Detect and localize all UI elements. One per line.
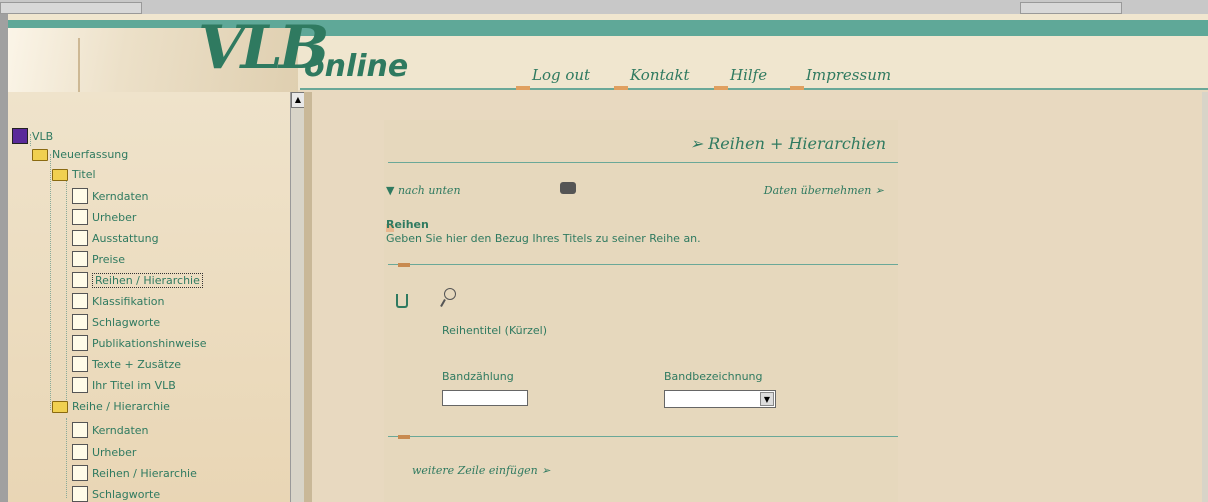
tree-item-urheber[interactable]: Urheber [72,209,136,225]
document-icon [72,314,88,330]
divider-marker [398,435,410,439]
tree-label-selected: Reihen / Hierarchie [92,272,203,288]
section-description: Geben Sie hier den Bezug Ihres Titels zu… [386,232,701,245]
bandbezeichnung-select[interactable]: ▼ [664,390,776,408]
folder-icon [32,148,48,161]
tree-label: Preise [92,252,126,266]
tree-label: Klassifikation [92,294,165,308]
tree-item-urheber-2[interactable]: Urheber [72,444,136,460]
tree-label: Kerndaten [92,423,149,437]
search-icon[interactable] [444,288,456,300]
tree-label: Neuerfassung [52,148,129,161]
tree-label: Ihr Titel im VLB [92,378,176,392]
tree-item-vlb[interactable]: VLB [12,128,53,144]
document-icon [72,293,88,309]
nav-marker [614,86,628,90]
nav-marker [714,86,728,90]
tree-line [66,418,67,498]
tree-label: Urheber [92,445,137,459]
tree-item-texte-zusaetze[interactable]: Texte + Zusätze [72,356,181,372]
document-icon [72,377,88,393]
tree-label: Kerndaten [92,189,149,203]
section-divider [388,264,898,265]
form-divider [388,436,898,437]
tree-item-preise[interactable]: Preise [72,251,125,267]
browser-tab-right[interactable] [1020,2,1122,14]
bandzaehlung-input[interactable] [442,390,528,406]
book-icon [12,128,28,144]
tree-line [66,172,67,402]
document-icon [72,465,88,481]
nach-unten-link[interactable]: ▼ nach unten [386,184,461,197]
nav-marker [516,86,530,90]
tree-line [50,154,51,410]
document-icon [72,272,88,288]
site-header [8,14,1208,98]
bandzaehlung-label: Bandzählung [442,370,514,383]
title-divider [388,162,898,163]
tree-item-schlagworte-2[interactable]: Schlagworte [72,486,160,502]
document-icon [72,188,88,204]
sidebar-scrollbar[interactable]: ▲ [290,92,305,502]
tree-label: Urheber [92,210,137,224]
tree-item-kerndaten[interactable]: Kerndaten [72,188,149,204]
nav-underline [300,88,1208,90]
reihentitel-label: Reihentitel (Kürzel) [442,324,548,337]
sidebar-tree: VLB Neuerfassung Titel Kerndaten Urheber… [8,92,298,502]
section-heading: Reihen [386,218,429,231]
document-icon [72,422,88,438]
document-icon [72,444,88,460]
bandbezeichnung-label: Bandbezeichnung [664,370,763,383]
tree-item-reihe-hierarchie-folder[interactable]: Reihe / Hierarchie [52,400,170,413]
tree-label: Reihen / Hierarchie [92,466,197,480]
tree-item-kerndaten-2[interactable]: Kerndaten [72,422,149,438]
page-title: ➢ Reihen + Hierarchien [689,134,886,153]
nav-impressum[interactable]: Impressum [806,66,891,84]
tree-item-ihr-titel-im-vlb[interactable]: Ihr Titel im VLB [72,377,176,393]
logo-online[interactable]: online [304,50,408,84]
main-scrollbar[interactable] [1202,92,1208,502]
document-icon [72,486,88,502]
tree-item-neuerfassung[interactable]: Neuerfassung [32,148,128,161]
tree-label: Reihe / Hierarchie [72,400,170,413]
scroll-up-arrow-icon[interactable]: ▲ [291,92,305,108]
basket-icon[interactable] [396,294,408,308]
tree-label: Titel [72,168,96,181]
frame-separator[interactable] [304,92,312,502]
main-panel: ➢ Reihen + Hierarchien ▼ nach unten Date… [384,120,898,502]
tree-item-reihen-hierarchie-2[interactable]: Reihen / Hierarchie [72,465,197,481]
browser-tab-left[interactable] [0,2,142,14]
divider-marker [398,263,410,267]
nav-logout[interactable]: Log out [532,66,590,84]
document-icon [72,209,88,225]
nav-kontakt[interactable]: Kontakt [630,66,690,84]
tree-label: VLB [32,129,54,143]
tree-item-klassifikation[interactable]: Klassifikation [72,293,164,309]
chevron-down-icon[interactable]: ▼ [760,392,774,406]
search-icon-handle [440,299,446,307]
tree-label: Schlagworte [92,315,161,329]
tree-item-publikationshinweise[interactable]: Publikationshinweise [72,335,207,351]
folder-icon [52,400,68,413]
tree-item-reihen-hierarchie[interactable]: Reihen / Hierarchie [72,272,203,288]
nav-marker [790,86,804,90]
nav-hilfe[interactable]: Hilfe [730,66,767,84]
document-icon [72,356,88,372]
printer-icon[interactable] [560,182,576,194]
tree-item-titel[interactable]: Titel [52,168,96,181]
document-icon [72,251,88,267]
tree-label: Publikationshinweise [92,336,207,350]
tree-item-schlagworte[interactable]: Schlagworte [72,314,160,330]
tree-label: Texte + Zusätze [92,357,182,371]
daten-uebernehmen-link[interactable]: Daten übernehmen ➢ [764,184,884,197]
tree-label: Ausstattung [92,231,159,245]
document-icon [72,230,88,246]
window-edge [0,14,8,502]
folder-icon [52,168,68,181]
tree-item-ausstattung[interactable]: Ausstattung [72,230,159,246]
tree-label: Schlagworte [92,487,161,501]
browser-top-bar [0,0,1208,15]
document-icon [72,335,88,351]
weitere-zeile-link[interactable]: weitere Zeile einfügen ➢ [412,464,550,477]
